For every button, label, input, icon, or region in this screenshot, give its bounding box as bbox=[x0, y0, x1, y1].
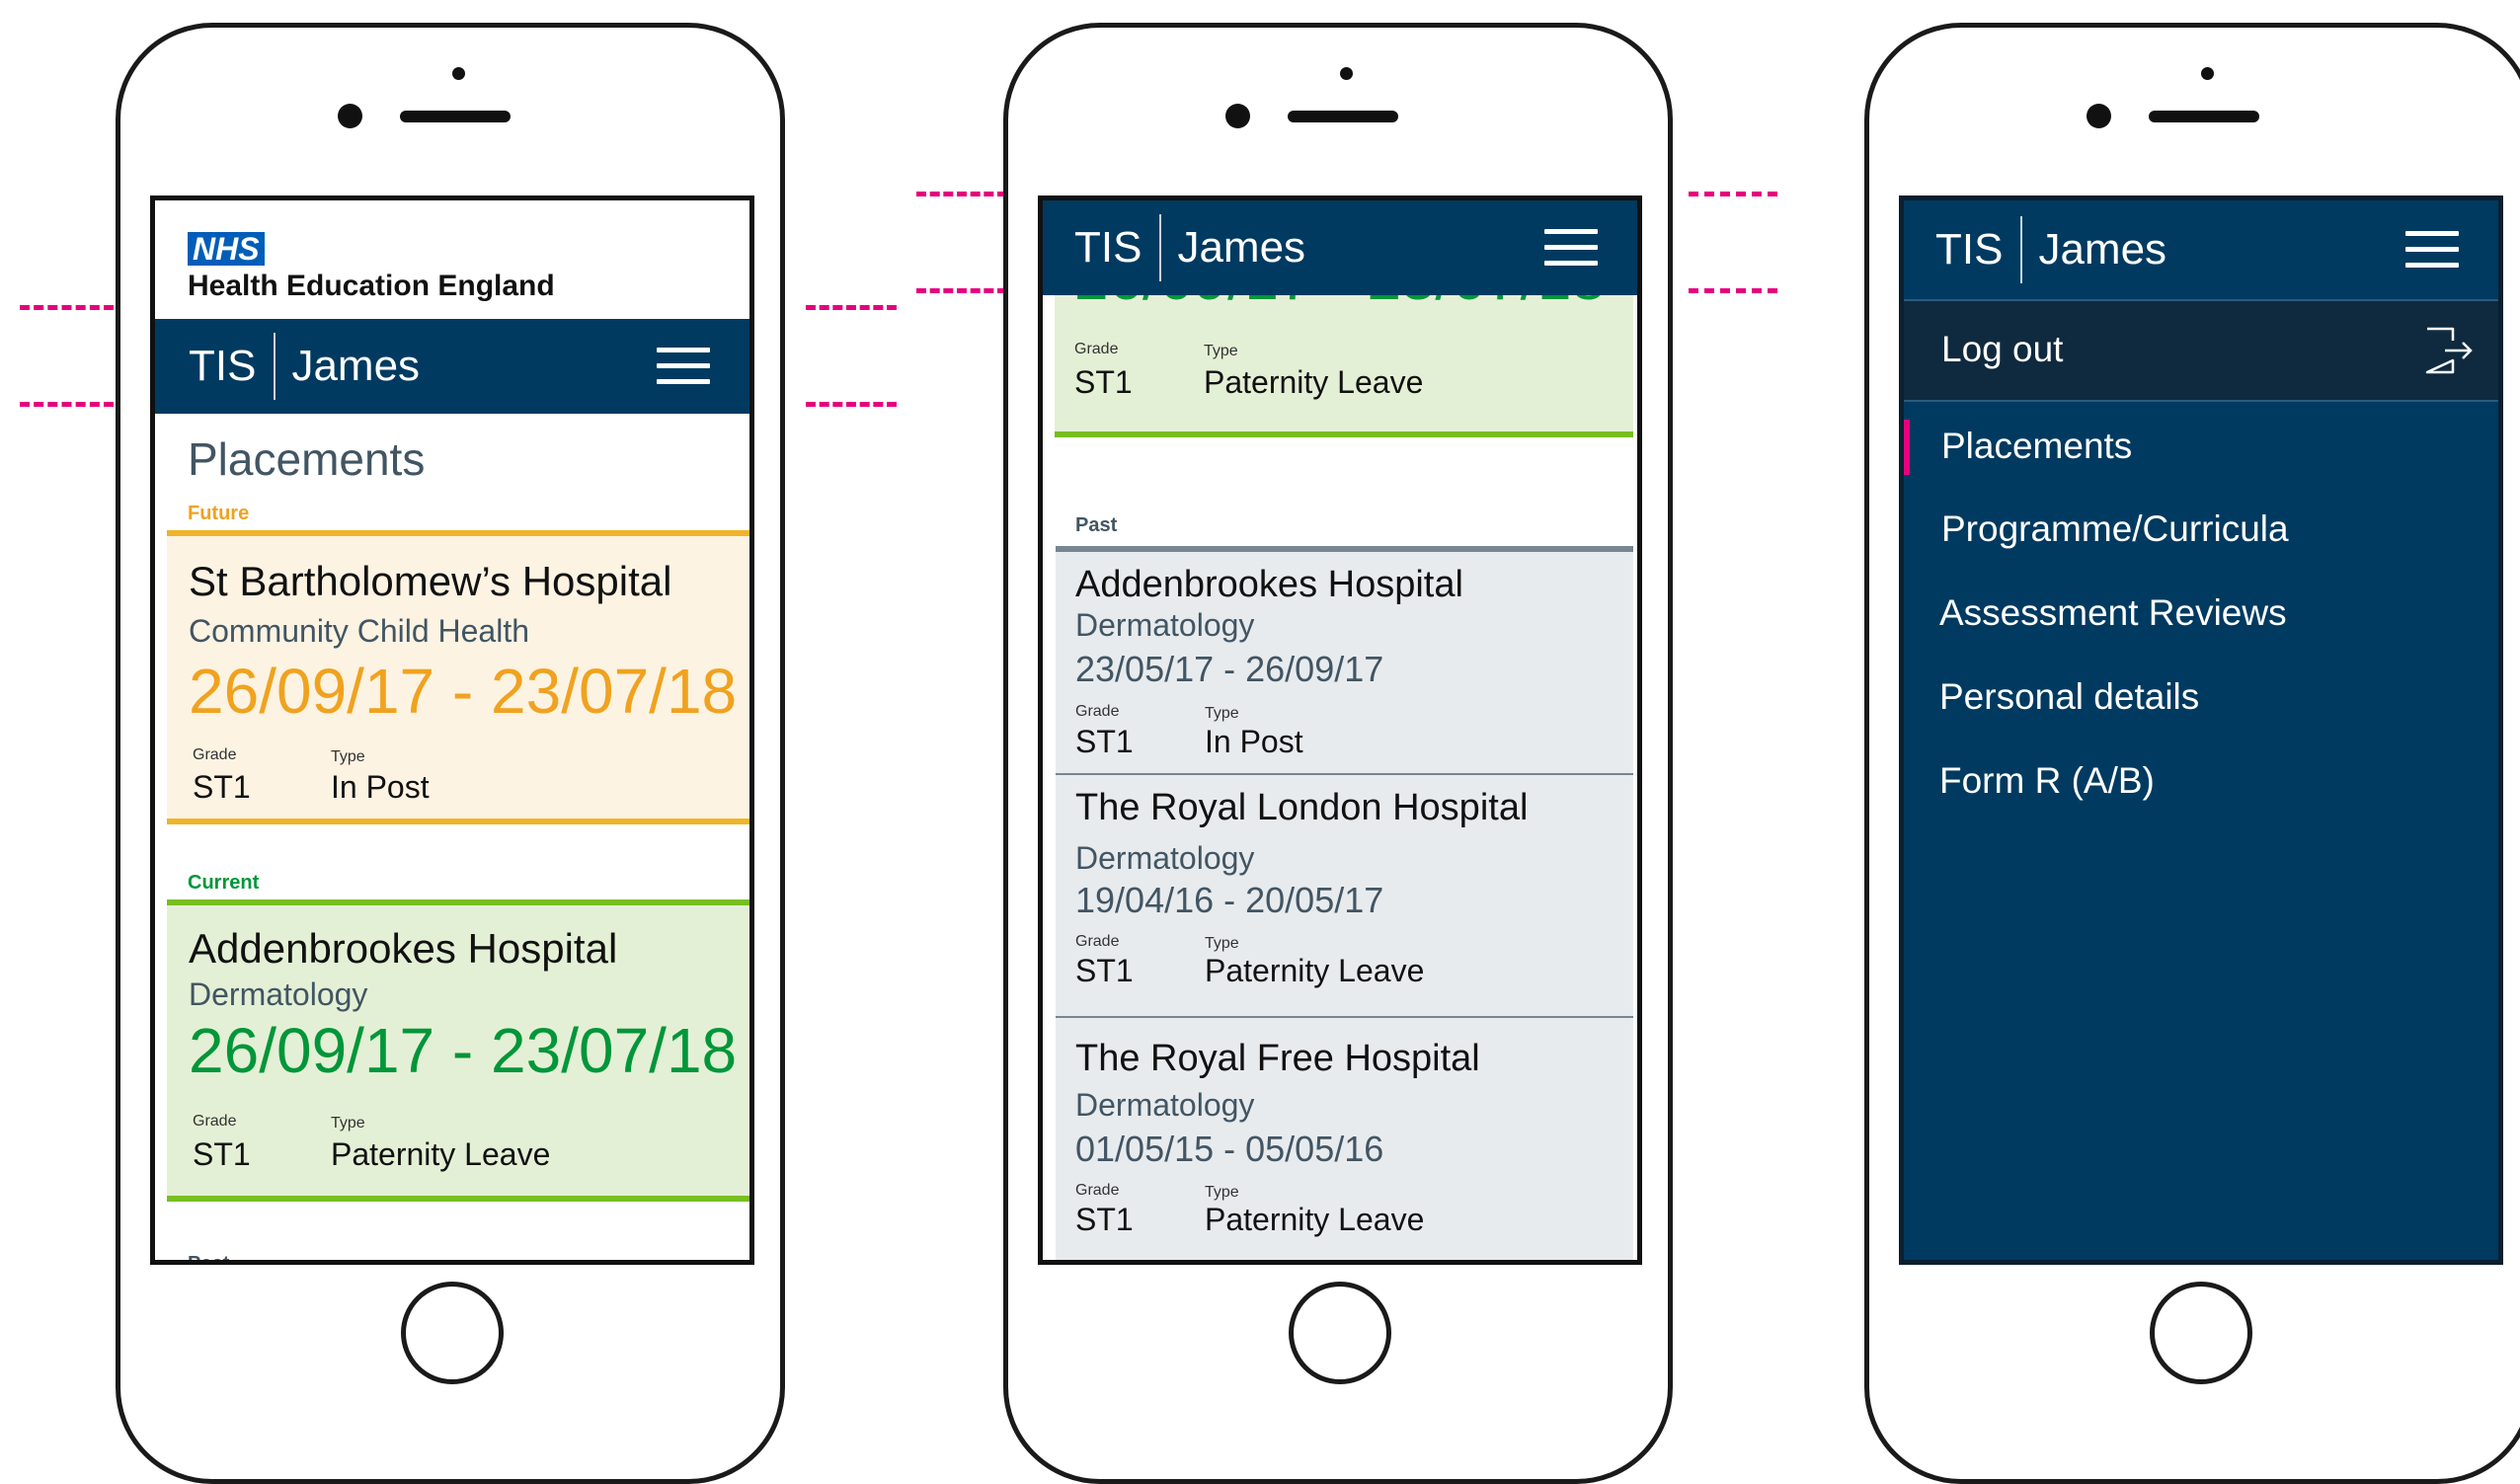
grade-value: ST1 bbox=[1074, 364, 1133, 400]
menu-item-assessment-reviews[interactable]: Assessment Reviews bbox=[1939, 592, 2287, 634]
camera bbox=[2201, 67, 2214, 80]
future-section-label: Future bbox=[188, 503, 250, 524]
connector-line bbox=[806, 402, 897, 407]
menu-item-placements[interactable]: Placements bbox=[1941, 426, 2132, 467]
speaker bbox=[2149, 111, 2259, 122]
menu-item-form-r[interactable]: Form R (A/B) bbox=[1939, 760, 2155, 802]
type-label: Type bbox=[1204, 343, 1238, 359]
phone-frame-past-placements: 26/09/17 - 23/07/18 Grade ST1 Type Pater… bbox=[1003, 23, 1673, 1484]
grade-value: ST1 bbox=[193, 769, 251, 805]
phone-frame-placements: NHS Health Education England TIS James P… bbox=[116, 23, 785, 1484]
front-camera bbox=[338, 104, 362, 128]
menu-item-programme-curricula[interactable]: Programme/Curricula bbox=[1941, 508, 2289, 550]
placement-dates: 19/04/16 - 20/05/17 bbox=[1075, 880, 1384, 920]
type-label: Type bbox=[1205, 705, 1239, 722]
specialty: Dermatology bbox=[1075, 607, 1255, 643]
type-label: Type bbox=[331, 1115, 365, 1132]
hospital-name: Addenbrookes Hospital bbox=[189, 925, 618, 972]
type-value: In Post bbox=[1205, 724, 1303, 759]
top-nav-bar: TIS James bbox=[155, 319, 749, 414]
grade-value: ST1 bbox=[1075, 724, 1134, 759]
camera bbox=[1340, 67, 1353, 80]
app-name[interactable]: TIS bbox=[155, 342, 274, 391]
connector-line bbox=[1689, 288, 1777, 293]
front-camera bbox=[1225, 104, 1250, 128]
hamburger-icon[interactable] bbox=[657, 348, 710, 385]
type-value: Paternity Leave bbox=[1205, 1202, 1425, 1237]
past-section-label: Past bbox=[188, 1253, 230, 1265]
logout-icon[interactable] bbox=[2423, 325, 2475, 376]
app-name[interactable]: TIS bbox=[1904, 225, 2020, 274]
specialty: Dermatology bbox=[1075, 840, 1255, 876]
grade-label: Grade bbox=[1075, 1182, 1120, 1199]
page-title: Placements bbox=[188, 433, 426, 485]
type-label: Type bbox=[1205, 1184, 1239, 1201]
active-item-indicator bbox=[1904, 420, 1910, 475]
logout-row[interactable]: Log out bbox=[1904, 301, 2498, 402]
logout-label: Log out bbox=[1941, 329, 2064, 369]
hospital-name: The Royal Free Hospital bbox=[1075, 1038, 1480, 1079]
speaker bbox=[400, 111, 511, 122]
placement-dates: 23/05/17 - 26/09/17 bbox=[1075, 649, 1384, 689]
connector-line bbox=[806, 305, 897, 310]
top-nav-bar: TIS James bbox=[1043, 200, 1637, 295]
connector-line bbox=[20, 402, 114, 407]
placement-card-past[interactable]: The Royal Free Hospital Dermatology 01/0… bbox=[1056, 1018, 1633, 1260]
grade-value: ST1 bbox=[193, 1136, 251, 1172]
screen: 26/09/17 - 23/07/18 Grade ST1 Type Pater… bbox=[1038, 195, 1642, 1265]
connector-line bbox=[1689, 192, 1777, 196]
top-nav-bar: TIS James bbox=[1904, 200, 2498, 301]
home-button-icon[interactable] bbox=[2150, 1282, 2252, 1384]
home-button-icon[interactable] bbox=[401, 1282, 504, 1384]
nhs-logo: NHS bbox=[188, 232, 265, 266]
type-value: Paternity Leave bbox=[331, 1136, 551, 1172]
screen: NHS Health Education England TIS James P… bbox=[150, 195, 754, 1265]
home-button-icon[interactable] bbox=[1289, 1282, 1391, 1384]
grade-label: Grade bbox=[1075, 703, 1120, 720]
specialty: Dermatology bbox=[1075, 1087, 1255, 1123]
user-name: James bbox=[291, 342, 421, 390]
phone-frame-menu: TIS James Log out Placements Programme/C… bbox=[1864, 23, 2520, 1484]
connector-line bbox=[916, 192, 1007, 196]
grade-label: Grade bbox=[193, 1113, 237, 1130]
placement-dates: 01/05/15 - 05/05/16 bbox=[1075, 1129, 1384, 1169]
menu-item-personal-details[interactable]: Personal details bbox=[1939, 676, 2199, 718]
org-name: Health Education England bbox=[188, 270, 555, 302]
hospital-name: The Royal London Hospital bbox=[1075, 787, 1529, 828]
hospital-name: Addenbrookes Hospital bbox=[1075, 564, 1463, 605]
placement-dates: 26/09/17 - 23/07/18 bbox=[189, 656, 738, 727]
specialty: Community Child Health bbox=[189, 613, 530, 649]
grade-label: Grade bbox=[1075, 933, 1120, 950]
past-section-label: Past bbox=[1075, 514, 1118, 536]
connector-line bbox=[20, 305, 114, 310]
placement-card-future[interactable]: St Bartholomew’s Hospital Community Chil… bbox=[167, 530, 749, 824]
placement-card-past[interactable]: The Royal London Hospital Dermatology 19… bbox=[1056, 775, 1633, 1018]
front-camera bbox=[2087, 104, 2111, 128]
app-name[interactable]: TIS bbox=[1043, 223, 1159, 273]
grade-value: ST1 bbox=[1075, 1202, 1134, 1237]
hamburger-icon[interactable] bbox=[1544, 229, 1598, 267]
connector-line bbox=[916, 288, 1007, 293]
grade-label: Grade bbox=[193, 746, 237, 763]
type-value: In Post bbox=[331, 769, 430, 805]
screen: TIS James Log out Placements Programme/C… bbox=[1899, 195, 2503, 1265]
user-name: James bbox=[1177, 223, 1306, 272]
type-label: Type bbox=[1205, 935, 1239, 952]
type-value: Paternity Leave bbox=[1205, 953, 1425, 988]
placement-dates: 26/09/17 - 23/07/18 bbox=[189, 1015, 738, 1086]
hospital-name: St Bartholomew’s Hospital bbox=[189, 558, 672, 604]
hamburger-icon[interactable] bbox=[2405, 231, 2459, 269]
user-name: James bbox=[2038, 225, 2167, 273]
type-label: Type bbox=[331, 748, 365, 765]
camera bbox=[452, 67, 465, 80]
placement-card-current[interactable]: Addenbrookes Hospital Dermatology 26/09/… bbox=[167, 899, 749, 1202]
grade-label: Grade bbox=[1074, 341, 1119, 357]
placement-card-past[interactable]: Addenbrookes Hospital Dermatology 23/05/… bbox=[1056, 546, 1633, 775]
type-value: Paternity Leave bbox=[1204, 364, 1424, 400]
speaker bbox=[1288, 111, 1398, 122]
specialty: Dermatology bbox=[189, 976, 368, 1012]
grade-value: ST1 bbox=[1075, 953, 1134, 988]
current-section-label: Current bbox=[188, 872, 260, 894]
